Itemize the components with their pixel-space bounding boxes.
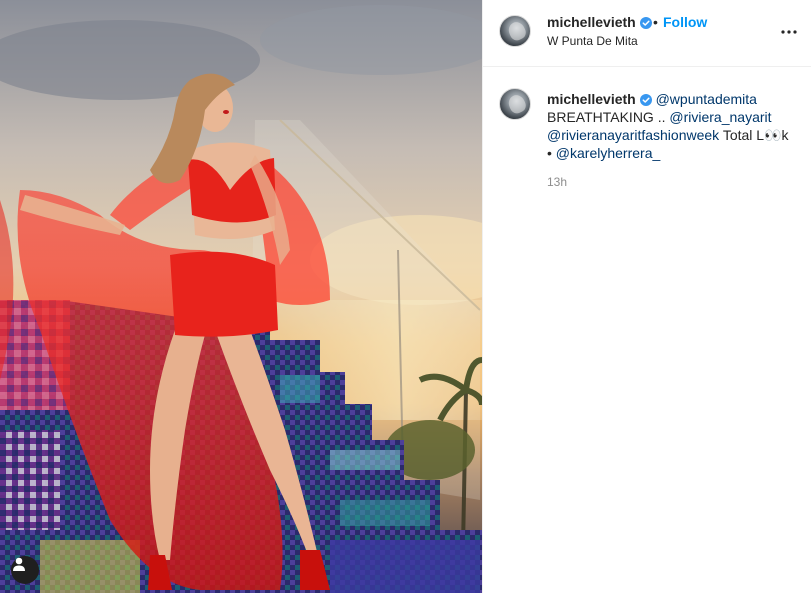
separator-dot: • xyxy=(653,14,658,30)
more-options-icon xyxy=(781,30,797,34)
post-timestamp[interactable]: 13h xyxy=(547,175,567,189)
follow-button[interactable]: Follow xyxy=(663,14,707,30)
post-details-panel: michellevieth • Follow W Punta De Mita m… xyxy=(482,0,811,593)
author-avatar[interactable] xyxy=(499,15,531,47)
author-username[interactable]: michellevieth xyxy=(547,14,636,30)
caption-username[interactable]: michellevieth xyxy=(547,91,636,107)
post-header: michellevieth • Follow W Punta De Mita xyxy=(483,0,811,67)
mention-link[interactable]: @karelyherrera_ xyxy=(556,145,660,161)
photo-illustration xyxy=(0,0,482,593)
caption-segment: BREATHTAKING .. xyxy=(547,109,666,125)
person-icon xyxy=(13,557,25,571)
verified-badge-icon xyxy=(639,94,652,106)
location-link[interactable]: W Punta De Mita xyxy=(547,34,638,48)
verified-badge-icon xyxy=(639,17,652,29)
caption-text: michellevieth @wpuntademita BREATHTAKING… xyxy=(547,90,797,162)
author-username-row[interactable]: michellevieth xyxy=(547,14,652,30)
user-tag-button[interactable] xyxy=(11,556,39,584)
mention-link[interactable]: @wpuntademita xyxy=(656,91,757,107)
more-options-button[interactable] xyxy=(779,22,799,42)
mention-link[interactable]: @riviera_nayarit xyxy=(669,109,771,125)
caption-avatar[interactable] xyxy=(499,88,531,120)
post-photo[interactable] xyxy=(0,0,482,593)
mention-link[interactable]: @rivieranayaritfashionweek xyxy=(547,127,719,143)
